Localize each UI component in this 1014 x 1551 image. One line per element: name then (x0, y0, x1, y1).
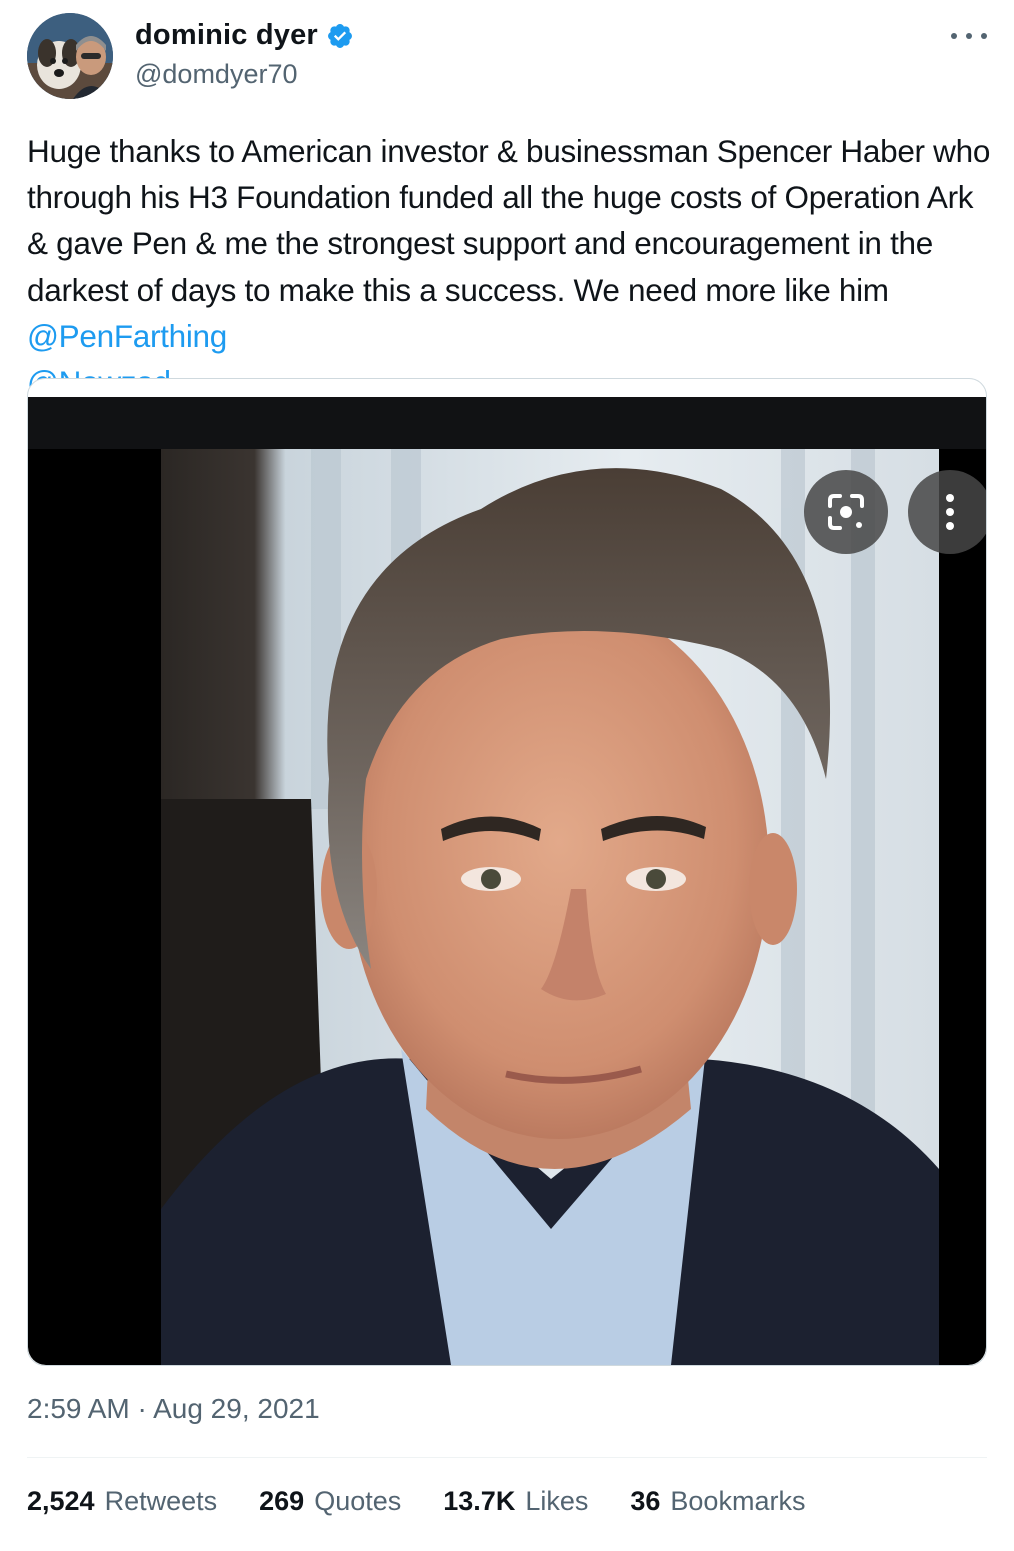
more-vertical-dot-icon (946, 494, 954, 502)
portrait-photo[interactable] (161, 449, 939, 1365)
more-dot-icon (951, 33, 957, 39)
more-dot-icon (981, 33, 987, 39)
lens-search-button[interactable] (804, 470, 888, 554)
author-avatar[interactable] (27, 13, 113, 99)
name-row: dominic dyer (135, 19, 354, 52)
likes-stat[interactable]: 13.7K Likes (443, 1486, 588, 1517)
engagement-stats: 2,524 Retweets 269 Quotes 13.7K Likes 36… (27, 1486, 847, 1517)
media-more-button[interactable] (908, 470, 986, 554)
media-top-bar (28, 397, 986, 449)
stat-count: 36 (630, 1486, 661, 1516)
verified-badge-icon (326, 22, 354, 50)
bookmarks-stat[interactable]: 36 Bookmarks (630, 1486, 805, 1517)
divider (27, 1457, 987, 1458)
author-display-name[interactable]: dominic dyer (135, 19, 318, 52)
tweet-text: Huge thanks to American investor & busin… (27, 128, 992, 405)
stat-label: Likes (525, 1486, 589, 1516)
more-vertical-dot-icon (946, 508, 954, 516)
more-vertical-dot-icon (946, 522, 954, 530)
more-dot-icon (966, 33, 972, 39)
stat-label: Retweets (104, 1486, 218, 1516)
retweets-stat[interactable]: 2,524 Retweets (27, 1486, 217, 1517)
mention-link[interactable]: @PenFarthing (27, 318, 227, 354)
tweet-body-text: Huge thanks to American investor & busin… (27, 133, 991, 308)
media-card[interactable] (27, 378, 987, 1366)
stat-label: Quotes (314, 1486, 402, 1516)
avatar-image (27, 13, 113, 99)
media-container (28, 397, 986, 1365)
stat-count: 269 (259, 1486, 305, 1516)
stat-count: 2,524 (27, 1486, 95, 1516)
quotes-stat[interactable]: 269 Quotes (259, 1486, 401, 1517)
tweet-timestamp[interactable]: 2:59 AM · Aug 29, 2021 (27, 1393, 320, 1425)
stat-count: 13.7K (443, 1486, 516, 1516)
stat-label: Bookmarks (670, 1486, 806, 1516)
lens-icon (828, 494, 864, 530)
author-handle[interactable]: @domdyer70 (135, 59, 298, 90)
more-options-button[interactable] (951, 21, 987, 51)
tweet-header: dominic dyer @domdyer70 (27, 13, 987, 99)
